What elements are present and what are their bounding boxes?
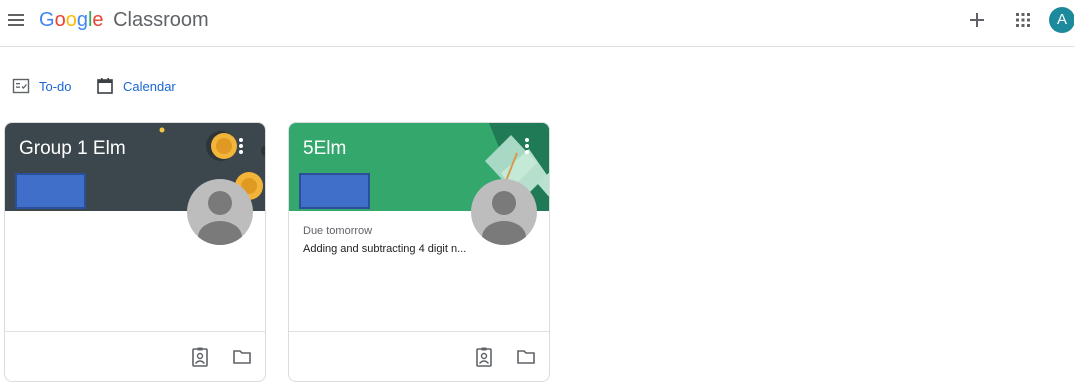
class-card-group-1-elm: Group 1 Elm — [4, 122, 266, 382]
top-app-bar: Google Classroom A — [0, 0, 1074, 47]
teacher-avatar[interactable] — [187, 179, 253, 245]
open-your-work-button[interactable] — [189, 346, 211, 368]
class-options-button[interactable] — [235, 135, 247, 157]
redacted-section-label — [299, 173, 370, 209]
google-wordmark: Google — [39, 9, 109, 31]
class-title: Group 1 Elm — [19, 138, 126, 159]
app-logo[interactable]: Google Classroom — [39, 8, 209, 32]
assignment-ind-icon — [192, 347, 208, 367]
calendar-link[interactable]: Calendar — [96, 75, 176, 97]
more-vert-icon — [239, 138, 243, 154]
class-card-5elm: 5Elm Due tomorrow Adding and subtracting… — [288, 122, 550, 382]
google-letter: o — [65, 9, 77, 31]
menu-icon — [8, 14, 24, 26]
todo-link[interactable]: To-do — [12, 75, 72, 97]
redacted-section-label — [15, 173, 86, 209]
open-class-folder-button[interactable] — [231, 346, 253, 368]
folder-icon — [233, 350, 251, 364]
apps-grid-icon — [1016, 13, 1030, 27]
teacher-avatar[interactable] — [471, 179, 537, 245]
due-label: Due tomorrow — [303, 225, 373, 237]
google-letter: G — [39, 9, 55, 31]
open-class-folder-button[interactable] — [515, 346, 537, 368]
person-icon — [198, 191, 242, 245]
class-options-button[interactable] — [521, 135, 533, 157]
open-your-work-button[interactable] — [473, 346, 495, 368]
calendar-icon — [97, 78, 113, 94]
class-card-footer — [289, 331, 549, 381]
todo-label: To-do — [39, 78, 72, 94]
class-title: 5Elm — [303, 138, 347, 159]
assignment-ind-icon — [476, 347, 492, 367]
account-avatar[interactable]: A — [1049, 7, 1074, 33]
google-letter: g — [76, 9, 88, 31]
more-vert-icon — [525, 138, 529, 154]
due-assignment-link[interactable]: Adding and subtracting 4 digit n... — [303, 243, 466, 255]
plus-icon — [970, 13, 984, 27]
person-icon — [482, 191, 526, 245]
google-letter: e — [92, 9, 104, 31]
product-name: Classroom — [113, 9, 209, 31]
class-card-footer — [5, 331, 265, 381]
calendar-label: Calendar — [123, 78, 176, 94]
google-apps-button[interactable] — [1012, 9, 1034, 31]
main-menu-button[interactable] — [6, 10, 26, 30]
todo-icon — [12, 78, 30, 94]
folder-icon — [517, 350, 535, 364]
create-or-join-class-button[interactable] — [966, 9, 988, 31]
google-letter: o — [54, 9, 66, 31]
